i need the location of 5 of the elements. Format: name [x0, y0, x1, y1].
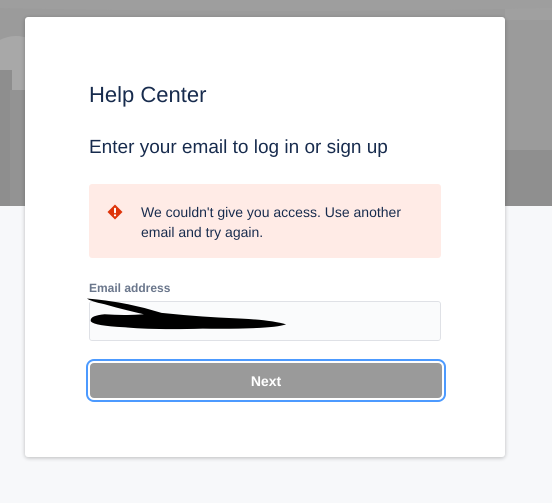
subtitle: Enter your email to log in or sign up	[89, 136, 389, 160]
field-label: Email address	[89, 280, 170, 296]
page-title: Help Center	[89, 81, 208, 109]
error-message: We couldn't give you access. Use another email and try again.	[141, 203, 402, 242]
error-icon	[107, 204, 123, 220]
